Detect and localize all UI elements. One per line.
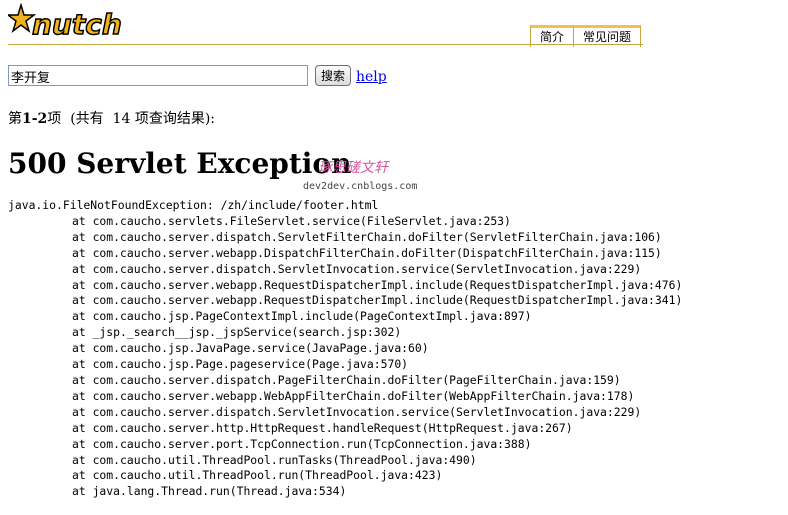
trace-line: at com.caucho.server.webapp.RequestDispa… — [72, 293, 683, 308]
trace-line: at java.lang.Thread.run(Thread.java:534) — [72, 484, 347, 499]
nav-tabs: 简介 常见问题 — [530, 25, 642, 47]
watermark-text: 琢思磋文轩 — [318, 160, 388, 176]
results-range: 1-2 — [22, 111, 48, 127]
trace-line: at com.caucho.server.port.TcpConnection.… — [72, 436, 532, 451]
trace-line: at com.caucho.server.dispatch.ServletInv… — [72, 404, 642, 419]
trace-line: at com.caucho.server.dispatch.ServletInv… — [72, 261, 642, 276]
logo-text: nutch — [32, 8, 122, 41]
error-title: 500 Servlet Exception — [8, 147, 352, 180]
trace-line: at com.caucho.server.webapp.DispatchFilt… — [72, 245, 662, 260]
help-link[interactable]: help — [356, 69, 387, 85]
results-summary: 第1-2项 (共有 14 项查询结果): — [8, 108, 215, 128]
nutch-logo-graphic: nutch — [8, 3, 123, 41]
trace-line: at com.caucho.server.webapp.RequestDispa… — [72, 277, 683, 292]
trace-line: at com.caucho.util.ThreadPool.runTasks(T… — [72, 452, 477, 467]
exception-line: java.io.FileNotFoundException: /zh/inclu… — [8, 198, 379, 212]
trace-line: at com.caucho.server.http.HttpRequest.ha… — [72, 420, 573, 435]
trace-line: at com.caucho.server.webapp.WebAppFilter… — [72, 388, 635, 403]
trace-line: at com.caucho.jsp.JavaPage.service(JavaP… — [72, 341, 429, 356]
trace-line: at com.caucho.server.dispatch.ServletFil… — [72, 229, 662, 244]
trace-line: at com.caucho.jsp.Page.pageservice(Page.… — [72, 357, 409, 372]
header-divider — [8, 44, 643, 45]
trace-line: at com.caucho.server.dispatch.PageFilter… — [72, 372, 621, 387]
watermark-url: dev2dev.cnblogs.com — [303, 181, 418, 192]
stack-trace: java.io.FileNotFoundException: /zh/inclu… — [8, 198, 682, 500]
search-input[interactable]: 李开复 — [8, 65, 308, 86]
trace-line: at com.caucho.jsp.PageContextImpl.includ… — [72, 309, 532, 324]
trace-line: at com.caucho.util.ThreadPool.run(Thread… — [72, 468, 443, 483]
results-prefix: 第 — [8, 111, 22, 127]
results-suffix: 项 (共有 14 项查询结果): — [47, 111, 216, 127]
search-button[interactable]: 搜索 — [315, 65, 351, 86]
trace-line: at com.caucho.servlets.FileServlet.servi… — [72, 213, 511, 228]
nutch-logo[interactable]: nutch — [8, 3, 128, 41]
trace-line: at _jsp._search__jsp._jspService(search.… — [72, 325, 402, 340]
